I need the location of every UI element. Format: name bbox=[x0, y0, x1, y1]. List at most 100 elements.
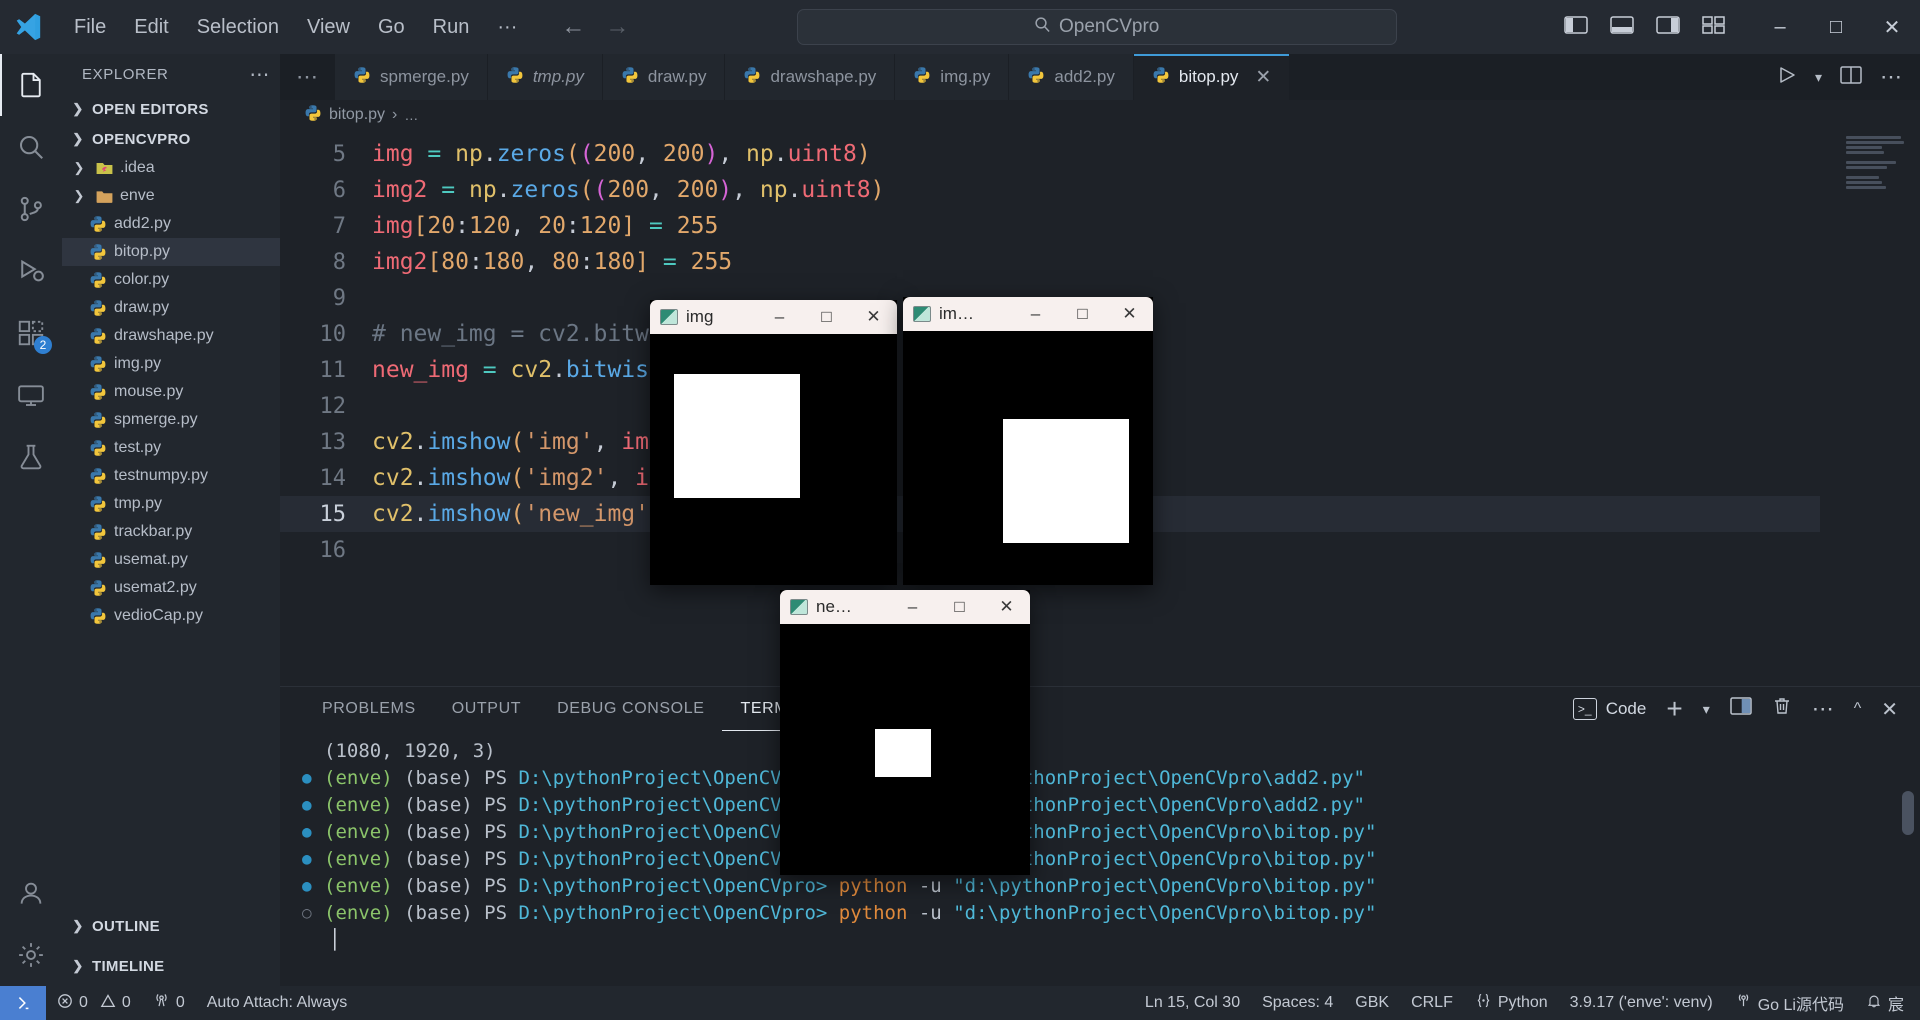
status-errors-warnings[interactable]: 0 0 bbox=[46, 986, 142, 1020]
split-editor-icon[interactable] bbox=[1840, 65, 1862, 90]
panel-tab-problems[interactable]: PROBLEMS bbox=[304, 687, 434, 731]
activity-item-extensions[interactable]: 2 bbox=[0, 302, 62, 364]
activity-item-accounts[interactable] bbox=[0, 862, 62, 924]
close-icon[interactable]: ✕ bbox=[983, 590, 1030, 624]
arrow-right-icon[interactable]: → bbox=[605, 15, 629, 39]
tree-item--idea[interactable]: ❯ .idea bbox=[62, 154, 280, 182]
close-icon[interactable]: ✕ bbox=[850, 300, 897, 334]
menu-edit[interactable]: Edit bbox=[120, 10, 182, 45]
chevron-down-icon[interactable]: ▾ bbox=[1703, 701, 1710, 718]
status-notifications[interactable]: 宸 bbox=[1855, 986, 1920, 1020]
status-go-live[interactable]: Go Li源代码 bbox=[1724, 986, 1855, 1020]
tree-item-draw-py[interactable]: draw.py bbox=[62, 294, 280, 322]
minimap[interactable] bbox=[1820, 130, 1920, 686]
opencv-window-titlebar[interactable]: img – □ ✕ bbox=[650, 300, 897, 334]
minimize-icon[interactable]: – bbox=[1012, 297, 1059, 331]
tree-item-tmp-py[interactable]: tmp.py bbox=[62, 490, 280, 518]
menu-selection[interactable]: Selection bbox=[183, 10, 293, 45]
remote-window-icon[interactable] bbox=[0, 986, 46, 1020]
maximize-icon[interactable]: □ bbox=[936, 590, 983, 624]
tree-item-trackbar-py[interactable]: trackbar.py bbox=[62, 518, 280, 546]
panel-tab-output[interactable]: OUTPUT bbox=[434, 687, 539, 731]
status-encoding[interactable]: GBK bbox=[1344, 986, 1400, 1020]
search-input[interactable]: OpenCVpro bbox=[796, 9, 1397, 45]
status-cursor-position[interactable]: Ln 15, Col 30 bbox=[1134, 986, 1251, 1020]
menu-more[interactable]: ··· bbox=[483, 10, 531, 45]
tree-item-testnumpy-py[interactable]: testnumpy.py bbox=[62, 462, 280, 490]
ellipsis-icon[interactable]: ⋯ bbox=[1812, 696, 1834, 722]
status-auto-attach[interactable]: Auto Attach: Always bbox=[196, 986, 359, 1020]
status-python-interpreter[interactable]: 3.9.17 ('enve': venv) bbox=[1559, 986, 1724, 1020]
section-opencvpro[interactable]: ❯ OPENCVPRO bbox=[62, 124, 280, 154]
minimize-icon[interactable]: – bbox=[756, 300, 803, 334]
code-line[interactable]: 8 img2[80:180, 80:180] = 255 bbox=[280, 244, 1920, 280]
tab-tmp-py[interactable]: tmp.py bbox=[487, 54, 603, 100]
tree-item-spmerge-py[interactable]: spmerge.py bbox=[62, 406, 280, 434]
activity-item-search[interactable] bbox=[0, 116, 62, 178]
tree-item-add2-py[interactable]: add2.py bbox=[62, 210, 280, 238]
activity-item-testing[interactable] bbox=[0, 426, 62, 488]
tab-close-icon[interactable]: ✕ bbox=[1255, 66, 1271, 89]
section-outline[interactable]: ❯ OUTLINE bbox=[62, 906, 280, 946]
tree-item-color-py[interactable]: color.py bbox=[62, 266, 280, 294]
tab-add2-py[interactable]: add2.py bbox=[1009, 54, 1134, 100]
breadcrumb-file[interactable]: bitop.py bbox=[329, 106, 385, 124]
menu-view[interactable]: View bbox=[293, 10, 364, 45]
chevron-down-icon[interactable]: ▾ bbox=[1815, 69, 1822, 86]
run-python-file-icon[interactable] bbox=[1777, 65, 1797, 90]
opencv-window-new_img[interactable]: ne… – □ ✕ bbox=[780, 590, 1030, 875]
line-content[interactable]: cv2.imshow('img', img) bbox=[372, 429, 677, 455]
close-icon[interactable]: ✕ bbox=[1106, 297, 1153, 331]
tab-img-py[interactable]: img.py bbox=[895, 54, 1010, 100]
maximize-icon[interactable]: □ bbox=[803, 300, 850, 334]
panel-tab-debug-console[interactable]: DEBUG CONSOLE bbox=[539, 687, 722, 731]
status-indentation[interactable]: Spaces: 4 bbox=[1251, 986, 1344, 1020]
opencv-window-img[interactable]: img – □ ✕ bbox=[650, 300, 897, 585]
tree-item-bitop-py[interactable]: bitop.py bbox=[62, 238, 280, 266]
plus-icon[interactable]: + bbox=[1666, 695, 1682, 722]
minimize-icon[interactable]: – bbox=[889, 590, 936, 624]
section-open-editors[interactable]: ❯ OPEN EDITORS bbox=[62, 94, 280, 124]
terminal[interactable]: (1080, 1920, 3) ● (enve) (base) PS D:\pyth… bbox=[280, 731, 1920, 986]
code-line[interactable]: 7 img[20:120, 20:120] = 255 bbox=[280, 208, 1920, 244]
tree-item-img-py[interactable]: img.py bbox=[62, 350, 280, 378]
terminal-profile-button[interactable]: >_ Code bbox=[1572, 698, 1646, 720]
line-content[interactable]: img2[80:180, 80:180] = 255 bbox=[372, 249, 732, 275]
more-actions-icon[interactable]: ⋯ bbox=[1880, 64, 1902, 90]
activity-item-settings[interactable] bbox=[0, 924, 62, 986]
minimize-icon[interactable]: – bbox=[1752, 0, 1808, 54]
tab-spmerge-py[interactable]: spmerge.py bbox=[335, 54, 488, 100]
tree-item-mouse-py[interactable]: mouse.py bbox=[62, 378, 280, 406]
section-timeline[interactable]: ❯ TIMELINE bbox=[62, 946, 280, 986]
tree-item-test-py[interactable]: test.py bbox=[62, 434, 280, 462]
tree-item-vedioCap-py[interactable]: vedioCap.py bbox=[62, 602, 280, 630]
line-content[interactable]: img[20:120, 20:120] = 255 bbox=[372, 213, 718, 239]
menu-go[interactable]: Go bbox=[364, 10, 419, 45]
chevron-up-icon[interactable]: ^ bbox=[1854, 700, 1862, 718]
status-language-mode[interactable]: Python bbox=[1464, 986, 1559, 1020]
tab-bitop-py[interactable]: bitop.py ✕ bbox=[1133, 54, 1291, 100]
toggle-panel-icon[interactable] bbox=[1610, 15, 1634, 40]
status-eol[interactable]: CRLF bbox=[1400, 986, 1464, 1020]
opencv-window-img2[interactable]: im… – □ ✕ bbox=[903, 297, 1153, 585]
maximize-icon[interactable]: □ bbox=[1808, 0, 1864, 54]
line-content[interactable]: img2 = np.zeros((200, 200), np.uint8) bbox=[372, 177, 885, 203]
tree-item-usemat-py[interactable]: usemat.py bbox=[62, 546, 280, 574]
menu-file[interactable]: File bbox=[60, 10, 120, 45]
tree-item-drawshape-py[interactable]: drawshape.py bbox=[62, 322, 280, 350]
activity-item-explorer[interactable] bbox=[0, 54, 62, 116]
tabs-overflow-button[interactable]: ⋯ bbox=[280, 54, 335, 100]
trash-icon[interactable] bbox=[1772, 696, 1792, 722]
tree-item-usemat2-py[interactable]: usemat2.py bbox=[62, 574, 280, 602]
toggle-secondary-sidebar-icon[interactable] bbox=[1656, 15, 1680, 40]
close-icon[interactable]: ✕ bbox=[1864, 0, 1920, 54]
split-terminal-icon[interactable] bbox=[1729, 696, 1752, 722]
arrow-left-icon[interactable]: ← bbox=[561, 15, 585, 39]
code-line[interactable]: 6 img2 = np.zeros((200, 200), np.uint8) bbox=[280, 172, 1920, 208]
ellipsis-icon[interactable]: ⋯ bbox=[249, 62, 270, 87]
maximize-icon[interactable]: □ bbox=[1059, 297, 1106, 331]
activity-item-run-and-debug[interactable] bbox=[0, 240, 62, 302]
line-content[interactable]: img = np.zeros((200, 200), np.uint8) bbox=[372, 141, 871, 167]
opencv-window-titlebar[interactable]: ne… – □ ✕ bbox=[780, 590, 1030, 624]
menu-run[interactable]: Run bbox=[419, 10, 484, 45]
